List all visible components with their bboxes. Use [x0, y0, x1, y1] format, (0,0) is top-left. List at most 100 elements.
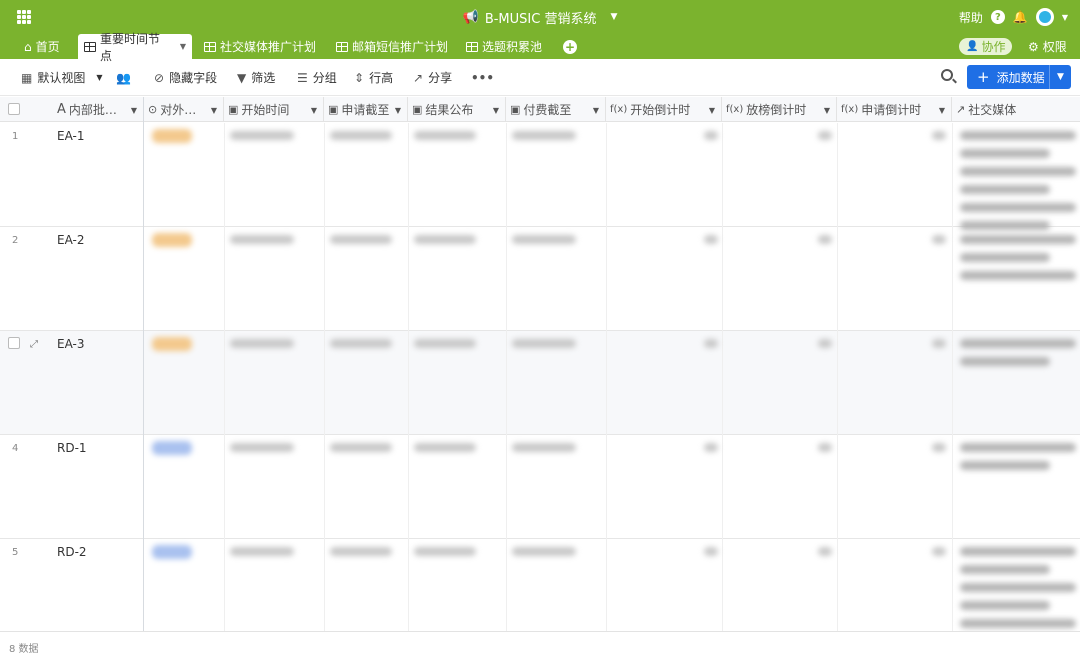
help-link[interactable]: 帮助: [959, 9, 983, 26]
view-members-button[interactable]: 👥: [116, 59, 131, 96]
hide-fields-button[interactable]: ⊘ 隐藏字段: [154, 59, 217, 96]
column-header-external[interactable]: ⊙ 对外… ▼: [144, 97, 224, 122]
gear-icon: ⚙: [1028, 39, 1039, 54]
blurred-date: [330, 131, 392, 140]
grid-header: A 内部批… ▼ ⊙ 对外… ▼ ▣ 开始时间 ▼ ▣ 申请截至 ▼ ▣ 结果公…: [0, 97, 1080, 122]
row-checkbox[interactable]: [8, 337, 20, 349]
view-toolbar: ▦ 默认视图 ▼ 👥 ⊘ 隐藏字段 ▼ 筛选 ☰ 分组 ⇕ 行高 ↗ 分享 ••…: [0, 59, 1080, 96]
chevron-down-icon[interactable]: ▼: [180, 42, 186, 51]
table-icon: [336, 41, 348, 52]
tab-social-media-plan[interactable]: 社交媒体推广计划: [198, 34, 322, 59]
tab-topic-pool[interactable]: 选题积累池: [460, 34, 548, 59]
blurred-number: [932, 443, 946, 452]
chevron-down-icon[interactable]: ▼: [311, 106, 317, 115]
eye-off-icon: ⊘: [154, 70, 165, 85]
blurred-date: [330, 547, 392, 556]
blurred-number: [704, 131, 718, 140]
blurred-date: [230, 235, 294, 244]
chevron-down-icon[interactable]: ▼: [824, 106, 830, 115]
bell-icon[interactable]: 🔔: [1013, 10, 1028, 24]
row-height-icon: ⇕: [354, 70, 365, 85]
app-title: B-MUSIC 营销系统: [484, 11, 597, 27]
blurred-tag: [152, 129, 192, 143]
column-header-payment-deadline[interactable]: ▣ 付费截至 ▼: [506, 97, 606, 122]
chevron-down-icon[interactable]: ▼: [709, 106, 715, 115]
blurred-text-line: [960, 339, 1076, 348]
calendar-icon: ▣: [510, 103, 521, 116]
filter-button[interactable]: ▼ 筛选: [237, 59, 275, 96]
more-button[interactable]: •••: [471, 59, 494, 96]
blurred-text-line: [960, 271, 1076, 280]
table-icon: [84, 41, 96, 52]
calendar-icon: ▣: [412, 103, 423, 116]
share-button[interactable]: ↗ 分享: [413, 59, 452, 96]
table-view-icon: ▦: [21, 70, 33, 85]
view-selector[interactable]: ▦ 默认视图 ▼: [21, 59, 103, 96]
column-divider: [837, 123, 838, 657]
help-icon[interactable]: ?: [990, 10, 1005, 24]
collaborate-button[interactable]: 👤 协作: [959, 38, 1013, 55]
chevron-down-icon[interactable]: ▼: [593, 106, 599, 115]
chevron-down-icon[interactable]: ▼: [211, 106, 217, 115]
blurred-text-line: [960, 601, 1050, 610]
blurred-date: [512, 235, 576, 244]
blurred-date: [512, 339, 576, 348]
expand-icon[interactable]: ⤢: [30, 339, 38, 350]
tab-email-sms-plan[interactable]: 邮箱短信推广计划: [330, 34, 454, 59]
blurred-date: [230, 547, 294, 556]
column-divider: [408, 123, 409, 657]
chevron-down-icon[interactable]: ▼: [1049, 65, 1071, 89]
column-header-internal-batch[interactable]: A 内部批… ▼: [53, 97, 143, 122]
blurred-text-line: [960, 167, 1076, 176]
megaphone-icon: 📢: [462, 9, 479, 25]
blurred-text-line: [960, 547, 1076, 556]
column-header-start-time[interactable]: ▣ 开始时间 ▼: [224, 97, 324, 122]
filter-icon: ▼: [237, 70, 247, 85]
blurred-date: [230, 339, 294, 348]
tab-important-dates[interactable]: 重要时间节点 ▼: [78, 32, 192, 63]
column-divider: [324, 123, 325, 657]
search-icon[interactable]: [941, 69, 953, 81]
column-header-apply-countdown[interactable]: f(x) 申请倒计时 ▼: [837, 97, 952, 122]
blurred-number: [704, 235, 718, 244]
blurred-number: [932, 339, 946, 348]
avatar[interactable]: [1035, 8, 1054, 26]
blurred-text-line: [960, 461, 1050, 470]
add-data-button[interactable]: + 添加数据 ▼: [967, 65, 1071, 89]
chevron-down-icon[interactable]: ▼: [395, 106, 401, 115]
chevron-down-icon[interactable]: ▼: [131, 106, 137, 115]
grid-footer: 8 数据: [0, 631, 1080, 657]
frozen-column-divider: [143, 97, 144, 657]
blurred-tag: [152, 441, 192, 455]
blurred-date: [414, 339, 476, 348]
chevron-down-icon: ▼: [610, 12, 618, 22]
column-header-apply-deadline[interactable]: ▣ 申请截至 ▼: [324, 97, 408, 122]
blurred-text-line: [960, 565, 1050, 574]
blurred-tag: [152, 545, 192, 559]
blurred-number: [704, 339, 718, 348]
column-header-result-countdown[interactable]: f(x) 放榜倒计时 ▼: [722, 97, 837, 122]
blurred-number: [818, 547, 832, 556]
blurred-date: [230, 443, 294, 452]
select-all-checkbox[interactable]: [8, 103, 20, 115]
permission-button[interactable]: ⚙ 权限: [1028, 34, 1067, 59]
column-header-result-announce[interactable]: ▣ 结果公布 ▼: [408, 97, 506, 122]
blurred-text-line: [960, 583, 1076, 592]
blurred-text-line: [960, 203, 1076, 212]
chevron-down-icon[interactable]: ▼: [493, 106, 499, 115]
chevron-down-icon[interactable]: ▼: [1062, 13, 1068, 22]
group-button[interactable]: ☰ 分组: [297, 59, 337, 96]
column-header-start-countdown[interactable]: f(x) 开始倒计时 ▼: [606, 97, 722, 122]
column-divider: [506, 123, 507, 657]
users-icon: 👥: [116, 70, 131, 85]
table-icon: [466, 41, 478, 52]
tab-home[interactable]: ⌂ 首页: [18, 34, 66, 59]
row-height-button[interactable]: ⇕ 行高: [354, 59, 393, 96]
blurred-date: [512, 443, 576, 452]
add-tab-button[interactable]: +: [563, 40, 577, 54]
column-header-social-media[interactable]: ↗ 社交媒体: [952, 97, 1080, 122]
blurred-tag: [152, 233, 192, 247]
user-plus-icon: 👤: [966, 41, 979, 52]
blurred-text-line: [960, 221, 1050, 230]
chevron-down-icon[interactable]: ▼: [939, 106, 945, 115]
